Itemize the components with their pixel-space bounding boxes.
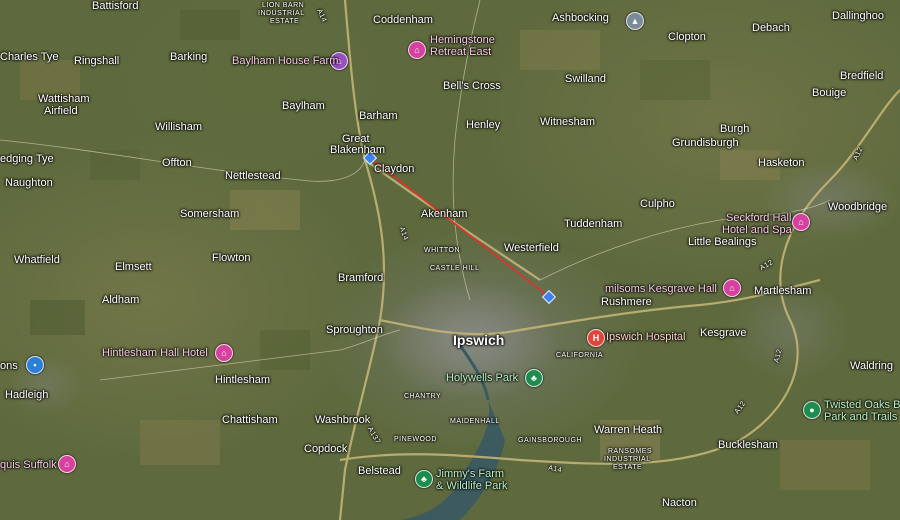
place-label: Offton (162, 157, 192, 169)
poi-label[interactable]: Ipswich Hospital (606, 331, 685, 343)
place-label: RANSOMES (608, 448, 653, 455)
place-label: GAINSBOROUGH (518, 437, 582, 444)
place-label: Ringshall (74, 55, 120, 67)
place-label: CHANTRY (404, 393, 442, 400)
graduation-cap-icon[interactable]: ▲ (626, 12, 644, 30)
park-icon[interactable]: ● (803, 401, 821, 419)
hospital-icon[interactable]: H (587, 329, 605, 347)
place-label: Whatfield (14, 254, 60, 266)
poi-label[interactable]: milsoms Kesgrave Hall (605, 283, 717, 295)
poi-label[interactable]: quis Suffolk (0, 459, 57, 471)
poi-label[interactable]: Park and Trails (824, 411, 897, 423)
place-label: Washbrook (315, 414, 371, 426)
place-label: Debach (752, 22, 790, 34)
hotel-icon[interactable]: ⌂ (408, 41, 426, 59)
hotel-icon[interactable]: ⌂ (58, 455, 76, 473)
place-label: Aldham (102, 294, 140, 306)
park-icon[interactable]: ♣ (525, 369, 543, 387)
place-label: Bucklesham (718, 439, 778, 451)
shop-icon[interactable]: ▪ (26, 356, 44, 374)
place-label: Copdock (304, 443, 348, 455)
place-label: Hadleigh (5, 389, 49, 401)
place-label: Naughton (5, 177, 53, 189)
place-label: Nacton (662, 497, 697, 509)
place-label: Henley (466, 119, 501, 131)
place-label: Ashbocking (552, 12, 609, 24)
place-label: Airfield (44, 105, 78, 117)
poi-label[interactable]: Baylham House Farm (232, 55, 338, 67)
place-label: CALIFORNIA (556, 352, 604, 359)
place-label: INDUSTRIAL (604, 456, 651, 463)
park-icon[interactable]: ♣ (415, 470, 433, 488)
hotel-icon[interactable]: ⌂ (215, 344, 233, 362)
place-label: Claydon (374, 163, 415, 175)
place-label: Willisham (155, 121, 203, 133)
place-label: LION BARN (262, 2, 305, 9)
place-label: Hintlesham (215, 374, 271, 386)
place-label: Clopton (668, 31, 706, 43)
place-label: ESTATE (270, 18, 300, 25)
place-label: Kesgrave (700, 327, 747, 339)
place-label: Culpho (640, 198, 675, 210)
place-label: INDUSTRIAL (258, 10, 305, 17)
place-label: Akenham (421, 208, 468, 220)
place-label: edging Tye (0, 153, 54, 165)
place-label: Bredfield (840, 70, 884, 82)
place-label: Westerfield (504, 242, 559, 254)
place-label: CASTLE HILL (430, 265, 480, 272)
place-label: Warren Heath (594, 424, 663, 436)
place-label: Hasketon (758, 157, 805, 169)
place-label: PINEWOOD (394, 436, 437, 443)
place-label: Chattisham (222, 414, 278, 426)
place-label: Sproughton (326, 324, 383, 336)
place-label: Nettlestead (225, 170, 281, 182)
satellite-map[interactable]: Battisford Coddenham Ashbocking Debach D… (0, 0, 900, 520)
place-label: Bramford (338, 272, 384, 284)
place-label: Rushmere (601, 296, 652, 308)
place-label: Battisford (92, 0, 139, 12)
place-label: Dallinghoo (832, 10, 884, 22)
place-label: Barham (359, 110, 398, 122)
place-label: Wattisham (38, 93, 90, 105)
poi-label[interactable]: Retreat East (430, 46, 491, 58)
place-label: WHITTON (424, 247, 461, 254)
place-label: Coddenham (373, 14, 433, 26)
place-label: Grundisburgh (672, 137, 739, 149)
place-label: ESTATE (613, 464, 643, 471)
place-label: MAIDENHALL (450, 418, 500, 425)
place-label: Martlesham (754, 285, 812, 297)
poi-label[interactable]: Hotel and Spa (722, 224, 792, 236)
place-label: ons (0, 360, 18, 372)
place-label: Barking (170, 51, 208, 63)
place-label: Blakenham (330, 144, 386, 156)
poi-label[interactable]: Hintlesham Hall Hotel (102, 347, 208, 359)
place-label: Witnesham (540, 116, 596, 128)
poi-label[interactable]: Holywells Park (446, 372, 518, 384)
hotel-icon[interactable]: ⌂ (723, 279, 741, 297)
poi-label[interactable]: Seckford Hall (726, 212, 791, 224)
place-label: Swilland (565, 73, 606, 85)
place-label: Somersham (180, 208, 240, 220)
place-label: Flowton (212, 252, 251, 264)
place-label: Baylham (282, 100, 325, 112)
hotel-icon[interactable]: ⌂ (792, 213, 810, 231)
poi-label[interactable]: Jimmy's Farm (436, 468, 504, 480)
place-label: Tuddenham (564, 218, 623, 230)
place-label: Burgh (720, 123, 750, 135)
place-label: Bell's Cross (443, 80, 501, 92)
place-label: Waldring (850, 360, 893, 372)
place-label: Bouige (812, 87, 847, 99)
poi-label[interactable]: & Wildlife Park (436, 480, 508, 492)
place-label: Belstead (358, 465, 401, 477)
place-label: Charles Tye (0, 51, 59, 63)
poi-label[interactable]: Twisted Oaks B (824, 399, 900, 411)
place-label: Little Bealings (688, 236, 757, 248)
poi-label[interactable]: Hemingstone (430, 34, 495, 46)
city-label: Ipswich (453, 332, 505, 348)
place-label: Elmsett (115, 261, 152, 273)
place-label: Woodbridge (828, 201, 888, 213)
